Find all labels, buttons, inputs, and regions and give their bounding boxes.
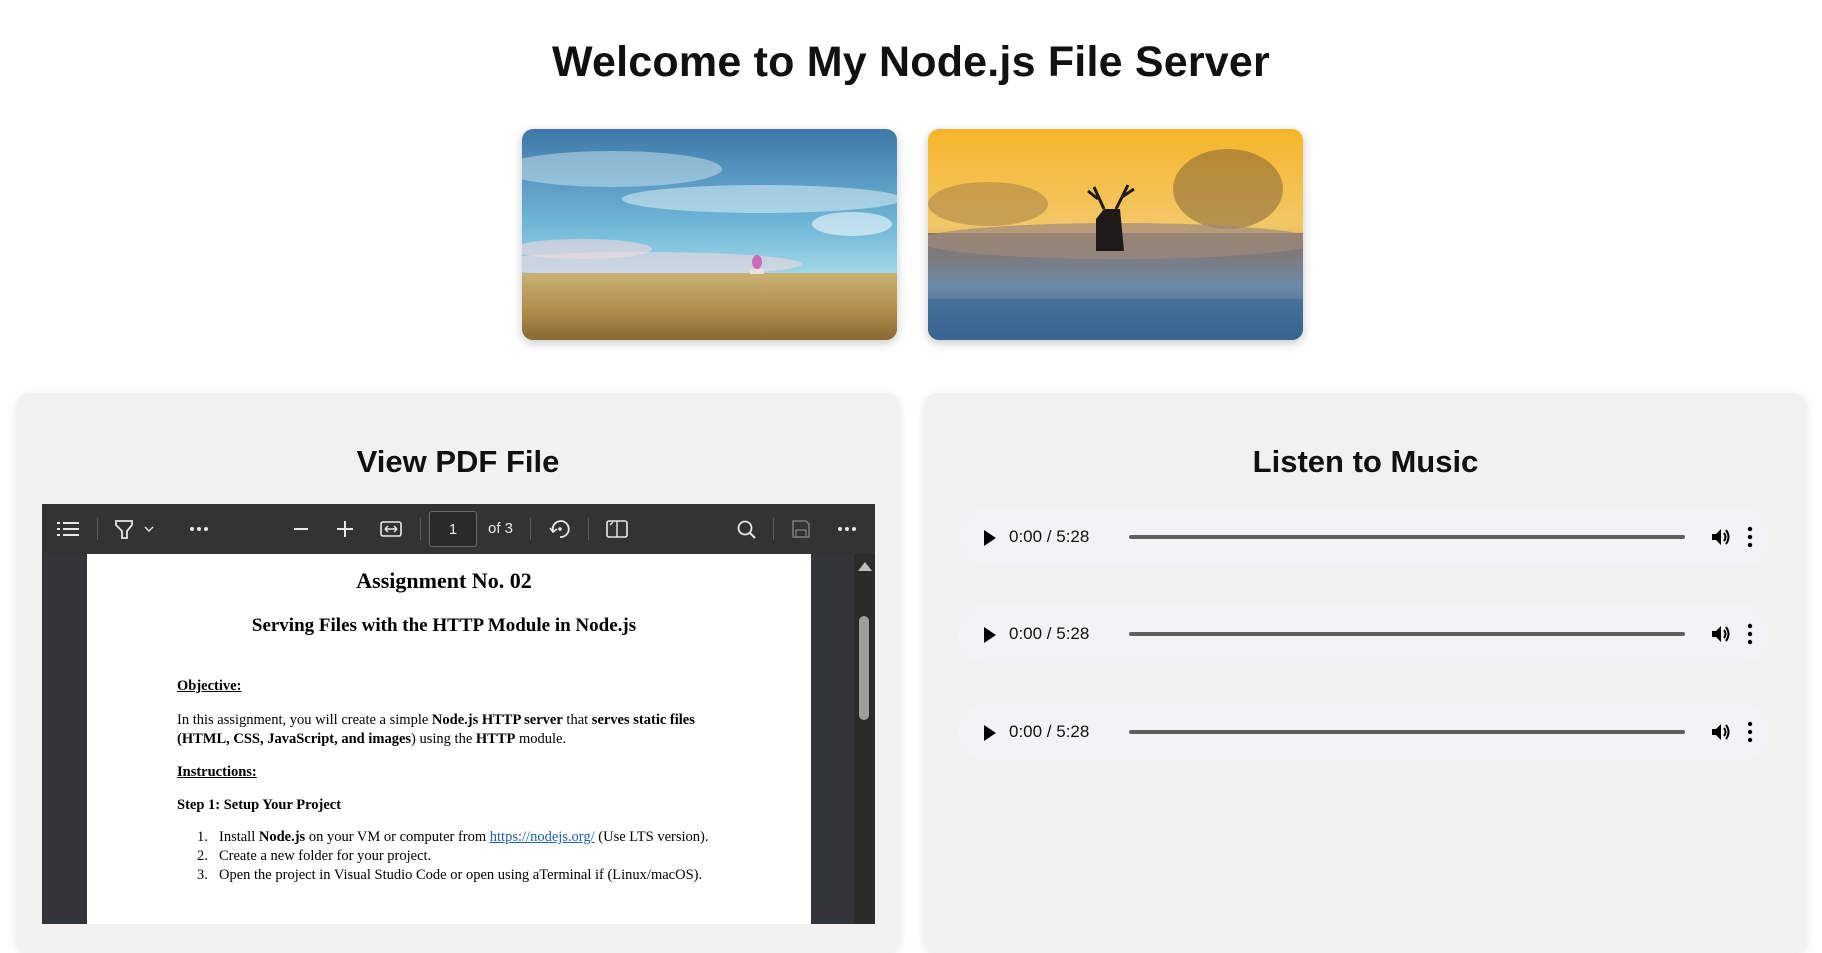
objective-heading: Objective: <box>177 678 242 694</box>
more-vertical-icon[interactable] <box>1746 623 1754 645</box>
zoom-in-icon[interactable] <box>334 504 356 554</box>
pdf-toolbar: of 3 <box>42 504 875 554</box>
pdf-scrollbar[interactable] <box>854 554 875 924</box>
fit-width-icon[interactable] <box>378 504 404 554</box>
page-title: Welcome to My Node.js File Server <box>552 38 1270 86</box>
list-item: 1. Install Node.js on your VM or computer… <box>197 829 709 845</box>
list-item: 3. Open the project in Visual Studio Code… <box>197 867 703 883</box>
rotate-icon[interactable] <box>547 504 573 554</box>
pdf-document-area[interactable]: Assignment No. 02 Serving Files with the… <box>42 554 875 924</box>
audio-seek-bar[interactable] <box>1129 730 1685 734</box>
objective-paragraph: In this assignment, you will create a si… <box>177 712 695 747</box>
audio-seek-bar[interactable] <box>1129 632 1685 636</box>
document-title: Assignment No. 02 <box>356 568 532 593</box>
audio-player-3: 0:00 / 5:28 <box>958 703 1771 761</box>
audio-time: 0:00 / 5:28 <box>1009 527 1090 546</box>
audio-player-1: 0:00 / 5:28 <box>958 508 1771 566</box>
contents-menu-icon[interactable] <box>56 504 80 554</box>
music-panel: Listen to Music 0:00 / 5:28 0:00 / 5:28 … <box>924 393 1807 953</box>
page-count-label: of 3 <box>488 520 514 537</box>
step1-heading: Step 1: Setup Your Project <box>177 797 342 813</box>
page-number-input[interactable] <box>429 511 477 547</box>
scrollbar-thumb[interactable] <box>859 616 869 720</box>
deer-sunrise-frost-image <box>928 129 1303 340</box>
volume-icon[interactable] <box>1710 623 1732 645</box>
save-icon[interactable] <box>789 504 813 554</box>
nodejs-link[interactable]: https://nodejs.org/ <box>490 829 595 845</box>
audio-seek-bar[interactable] <box>1129 535 1685 539</box>
scroll-up-arrow-icon[interactable] <box>858 562 872 571</box>
volume-icon[interactable] <box>1710 721 1732 743</box>
more-vertical-icon[interactable] <box>1746 721 1754 743</box>
search-icon[interactable] <box>734 504 758 554</box>
volume-icon[interactable] <box>1710 526 1732 548</box>
zoom-out-icon[interactable] <box>290 504 312 554</box>
audio-time: 0:00 / 5:28 <box>1009 624 1090 643</box>
music-panel-title: Listen to Music <box>1252 444 1479 479</box>
instructions-heading: Instructions: <box>177 764 257 780</box>
audio-player-2: 0:00 / 5:28 <box>958 605 1771 663</box>
pdf-viewer[interactable]: of 3 Assignment No. 02 Serving <box>42 504 875 924</box>
pdf-panel-title: View PDF File <box>356 444 560 479</box>
pdf-panel: View PDF File 1 of 3 Assignment No. 02 S… <box>16 393 900 953</box>
landscape-grassland-sky-image <box>522 129 897 340</box>
audio-time: 0:00 / 5:28 <box>1009 722 1090 741</box>
play-icon[interactable] <box>984 725 996 741</box>
steps-list: 1. Install Node.js on your VM or computer… <box>177 828 709 885</box>
document-subtitle: Serving Files with the HTTP Module in No… <box>251 615 637 636</box>
highlighter-icon[interactable] <box>112 504 136 554</box>
two-page-view-icon[interactable] <box>604 504 630 554</box>
more-options-icon[interactable] <box>836 504 858 554</box>
chevron-down-icon[interactable] <box>140 504 158 554</box>
more-horizontal-icon[interactable] <box>188 504 210 554</box>
list-item: 2. Create a new folder for your project. <box>197 848 432 864</box>
more-vertical-icon[interactable] <box>1746 526 1754 548</box>
play-icon[interactable] <box>984 627 996 643</box>
play-icon[interactable] <box>984 530 996 546</box>
image-gallery <box>522 129 1304 340</box>
pdf-page: Assignment No. 02 Serving Files with the… <box>87 554 811 924</box>
